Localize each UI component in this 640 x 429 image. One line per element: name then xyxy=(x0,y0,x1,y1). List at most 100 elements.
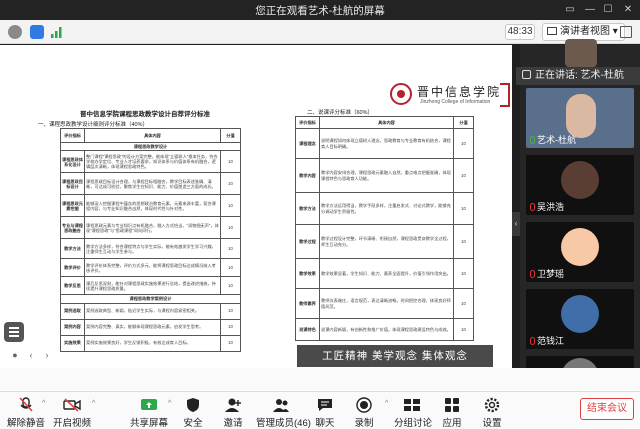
manage-participants-button[interactable]: 管理成员(46) xyxy=(256,397,311,429)
participant-tile[interactable]: 吴洪浩 xyxy=(526,155,634,215)
start-video-button[interactable]: 开启视频 xyxy=(52,397,92,429)
share-screen-button[interactable]: 共享屏幕 xyxy=(127,397,171,429)
meeting-timer: 48:33 xyxy=(505,24,535,40)
row-text: 教学评价体系完整，评价方式多元，能将课程思政目标达成情况纳入考核评价。 xyxy=(84,258,221,278)
row-text: 整门课程"课程思政"的设计方案完整，能体现"立德树人"根本任务，符合学校办学定位… xyxy=(84,150,221,174)
title-bar: 您正在观看艺术-杜航的屏幕 ▭ — ☐ ✕ xyxy=(0,0,640,20)
row-score: 10 xyxy=(220,258,241,278)
record-options-caret[interactable]: ^ xyxy=(385,400,388,407)
section-2-heading: 二、说课评分标准（60%） xyxy=(307,110,374,116)
shield-icon[interactable] xyxy=(30,25,44,39)
row-category: 实施效果 xyxy=(60,334,85,352)
row-category: 说课特色 xyxy=(295,318,320,341)
maximize-icon[interactable]: ☐ xyxy=(600,2,616,18)
row-score: 10 xyxy=(220,276,241,296)
table-row: 案例内容 案例内容完整、真实，能够体现课程思政元素，启发学生思考。 10 xyxy=(60,318,241,336)
row-text: 教学方法多样，符合课程特点与学生实际，能有效激发学生学习兴趣，注重师生互动与学生… xyxy=(84,238,221,260)
participant-tile[interactable]: 卫梦瑶 xyxy=(526,222,634,282)
slide-menu-button[interactable] xyxy=(4,322,24,342)
next-icon[interactable]: › xyxy=(42,350,52,360)
row-score: 10 xyxy=(453,258,474,289)
row-category: 教学评价 xyxy=(60,258,85,278)
add-user-icon xyxy=(224,397,242,413)
top-video-thumbnail xyxy=(565,39,597,67)
participant-tile[interactable] xyxy=(526,356,634,368)
table-row: 课程思政目标设计 课程思政目标设计合理，与课程目标相融合，教学目标表述准确、清晰，… xyxy=(60,172,241,196)
video-options-caret[interactable]: ^ xyxy=(92,400,95,407)
table-row: 教学内容 教学内容安排合理，课程思政元素融入自然，重点难点把握准确，体现课程特色与… xyxy=(295,158,474,193)
invite-button[interactable]: 邀请 xyxy=(218,397,248,429)
avatar xyxy=(561,228,599,266)
avatar xyxy=(561,358,599,368)
row-text: 案例选取典型、新颖，贴近学生实际，与课程内容紧密相关。 xyxy=(84,302,221,320)
pin-icon[interactable]: ▭ xyxy=(562,2,578,18)
row-text: 课程思政目标设计合理，与课程目标相融合，教学目标表述准确、清晰，可达成可检验，聚… xyxy=(84,172,221,196)
row-text: 课后反思深刻，能针对课程思政实施效果进行总结，提出改进措施，持续提升课程思政质量… xyxy=(84,276,221,296)
nav-dot-icon[interactable]: ● xyxy=(10,350,20,360)
participant-name: 吴洪浩 xyxy=(530,200,564,213)
info-icon[interactable] xyxy=(8,25,22,39)
grid-view-icon xyxy=(547,27,557,35)
row-category: 教学方法 xyxy=(295,192,320,225)
meeting-info-bar: 48:33 演讲者视图 ▾ xyxy=(0,20,640,44)
signal-icon[interactable] xyxy=(50,25,64,39)
row-score: 10 xyxy=(453,318,474,341)
apps-label: 应用 xyxy=(442,418,462,429)
table-row: 教学方法 教学方法多样，符合课程特点与学生实际，能有效激发学生学习兴趣，注重师生互… xyxy=(60,238,241,260)
row-category: 专业与课程思政融合 xyxy=(60,216,85,240)
table-row: 教学过程 教学过程设计完整，环节清晰、衔接自然，课程思政贯穿教学全过程，师生互动充… xyxy=(295,224,474,259)
row-text: 教学过程设计完整，环节清晰、衔接自然，课程思政贯穿教学全过程，师生互动充分。 xyxy=(319,224,454,259)
camera-off-icon xyxy=(63,397,81,413)
header-content: 具体内容 xyxy=(319,116,454,129)
chat-icon xyxy=(316,397,334,413)
start-video-label: 开启视频 xyxy=(52,418,91,429)
table-row: 实施效果 案例实施效果良好，学生反馈积极，有效达成育人目标。 10 xyxy=(60,334,241,352)
speaking-indicator: 正在讲话: 艺术-杜航 xyxy=(516,67,640,85)
mute-options-caret[interactable]: ^ xyxy=(42,400,45,407)
row-text: 课程思政元素与专业知识点有机融合，融入方式恰当，"润物细无声"，体现"课程思政"… xyxy=(84,216,221,240)
participant-name: 范钱江 xyxy=(530,334,564,347)
row-text: 案例内容完整、真实，能够体现课程思政元素，启发学生思考。 xyxy=(84,318,221,336)
prev-icon[interactable]: ‹ xyxy=(26,350,36,360)
security-button[interactable]: 安全 xyxy=(178,397,208,429)
rubric-page-left: 晋中信息学院课程思政教学设计自荐评分标准 一、课程思政教学设计细则评分标准（40… xyxy=(30,45,260,368)
meeting-window: 您正在观看艺术-杜航的屏幕 ▭ — ☐ ✕ 48:33 演讲者视图 ▾ 晋中信息… xyxy=(0,0,640,429)
collapse-panel-handle[interactable]: ‹ xyxy=(512,212,520,236)
minimize-icon[interactable]: — xyxy=(582,2,598,18)
table-row: 课程理念 说明课程如何体现立德树人理念，思政教育与专业教育有机结合，课程育人目标明… xyxy=(295,128,474,159)
header-indicator: 评价指标 xyxy=(295,116,320,129)
share-screen-label: 共享屏幕 xyxy=(129,418,168,429)
mic-muted-icon xyxy=(530,337,535,345)
row-score: 10 xyxy=(453,224,474,259)
row-text: 说明课程如何体现立德树人理念，思政教育与专业教育有机结合，课程育人目标明确。 xyxy=(319,128,454,159)
close-icon[interactable]: ✕ xyxy=(620,2,636,18)
participant-name-text: 艺术-杜航 xyxy=(537,135,576,145)
breakout-rooms-label: 分组讨论 xyxy=(394,418,433,429)
table-row: 课程思政体系化设计 整门课程"课程思政"的设计方案完整，能体现"立德树人"根本任务… xyxy=(60,150,241,174)
row-category: 课程理念 xyxy=(295,128,320,159)
end-meeting-button[interactable]: 结束会议 xyxy=(580,398,634,420)
security-label: 安全 xyxy=(183,418,203,429)
table-row: 课程思政元素挖掘 能够深入挖掘课程中蕴含的思想政治教育元素，元素来源丰富，契合课程… xyxy=(60,194,241,218)
table-row: 教学方法 教学方法运用得当，教学手段多样，注重启发式、讨论式教学，能够充分调动学生… xyxy=(295,192,474,225)
video-feed xyxy=(566,94,596,138)
row-score: 10 xyxy=(220,302,241,320)
doc-title: 晋中信息学院课程思政教学设计自荐评分标准 xyxy=(80,111,210,118)
participant-tile[interactable]: 艺术-杜航 xyxy=(526,88,634,148)
speaking-label: 正在讲话: 艺术-杜航 xyxy=(535,70,624,81)
table-row: 教学反思 课后反思深刻，能针对课程思政实施效果进行总结，提出改进措施，持续提升课程… xyxy=(60,276,241,296)
row-category: 案例内容 xyxy=(60,318,85,336)
apps-button[interactable]: 应用 xyxy=(440,397,464,429)
settings-button[interactable]: 设置 xyxy=(480,397,504,429)
record-button[interactable]: 录制 xyxy=(352,397,376,429)
mic-muted-icon xyxy=(530,270,535,278)
table-row: 案例选取 案例选取典型、新颖，贴近学生实际，与课程内容紧密相关。 10 xyxy=(60,302,241,320)
fullscreen-icon[interactable] xyxy=(620,26,632,38)
breakout-rooms-button[interactable]: 分组讨论 xyxy=(394,397,433,429)
participant-tile[interactable]: 范钱江 xyxy=(526,289,634,349)
header-indicator: 评价指标 xyxy=(60,128,85,143)
share-options-caret[interactable]: ^ xyxy=(168,400,171,407)
unmute-button[interactable]: 解除静音 xyxy=(6,397,46,429)
participants-icon xyxy=(272,397,290,413)
chat-button[interactable]: 聊天 xyxy=(314,397,336,429)
